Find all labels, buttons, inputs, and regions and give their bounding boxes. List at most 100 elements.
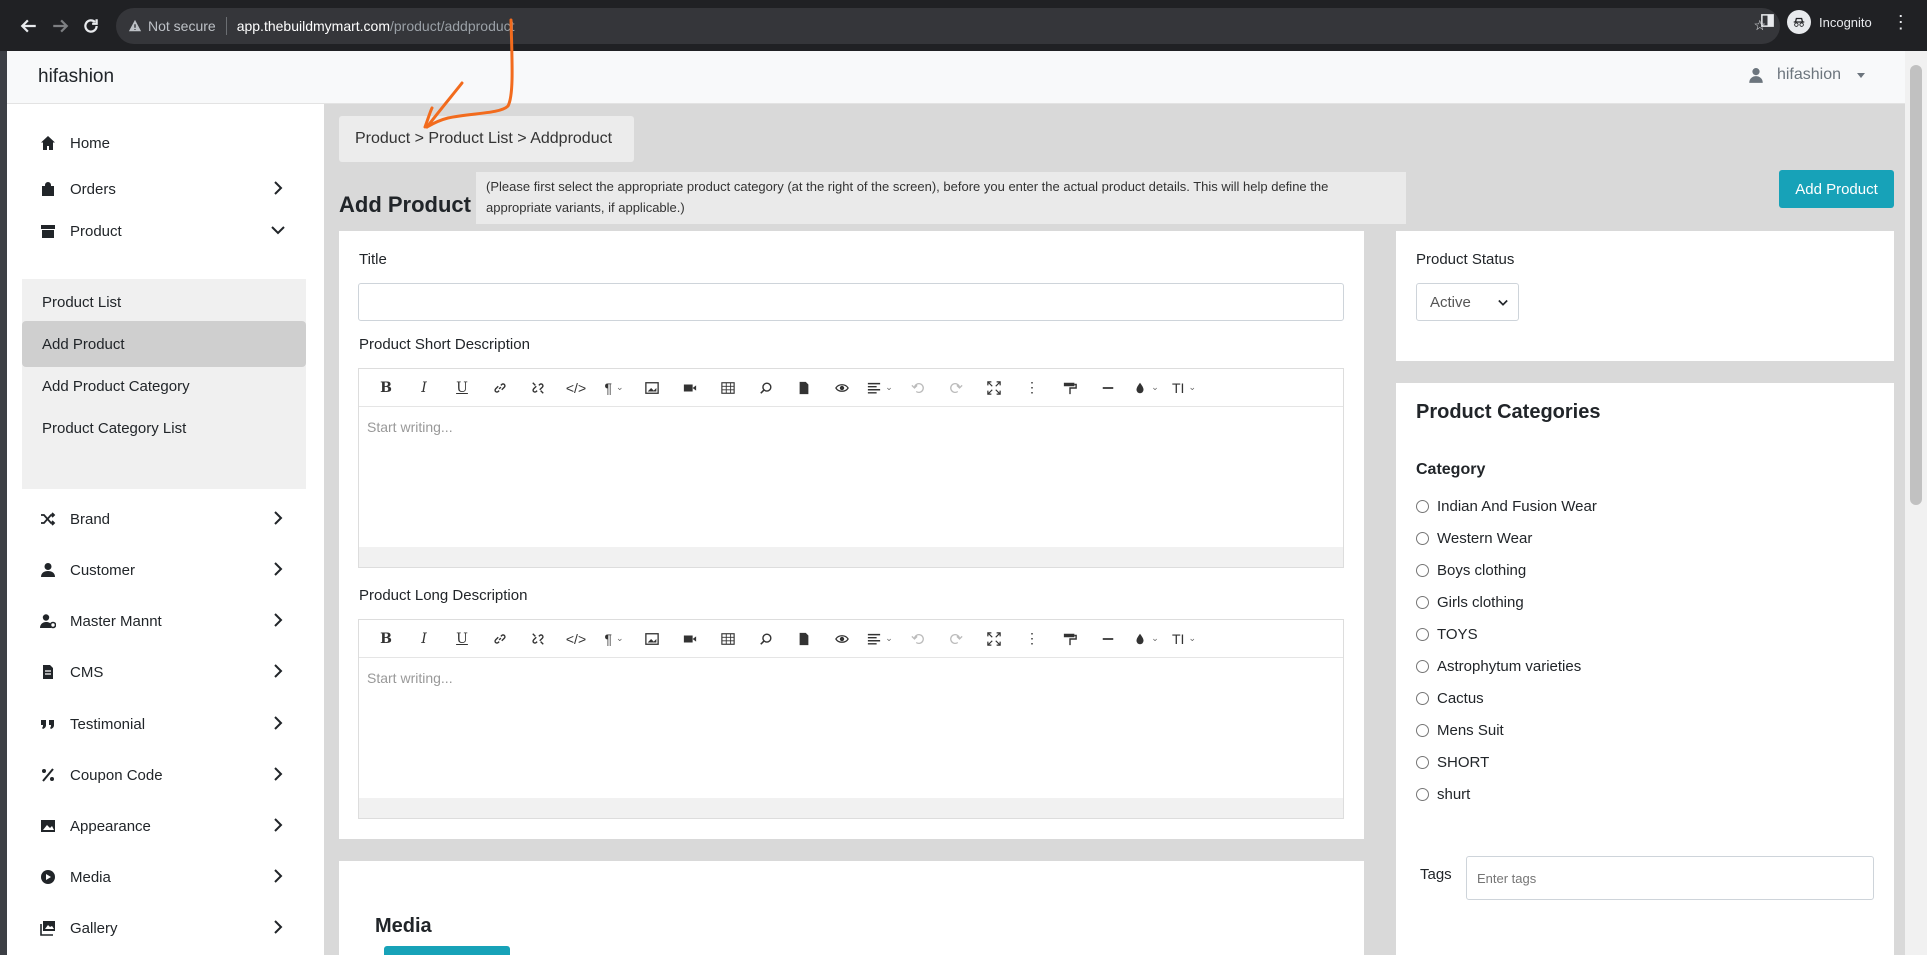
redo-icon[interactable] <box>937 373 975 403</box>
horizontal-rule-icon[interactable] <box>1089 624 1127 654</box>
radio-button[interactable] <box>1416 756 1429 769</box>
submenu-product-list[interactable]: Product List <box>22 279 306 325</box>
title-input[interactable] <box>358 283 1344 321</box>
color-icon[interactable]: ⌄ <box>1127 624 1165 654</box>
unlink-icon[interactable] <box>519 624 557 654</box>
category-option[interactable]: Cactus <box>1416 690 1484 707</box>
side-panel-icon[interactable] <box>1760 13 1775 31</box>
category-option[interactable]: Astrophytum varieties <box>1416 658 1581 675</box>
category-option[interactable]: Western Wear <box>1416 530 1532 547</box>
category-option[interactable]: Girls clothing <box>1416 594 1524 611</box>
format-painter-icon[interactable] <box>1051 624 1089 654</box>
font-size-icon[interactable]: TI ⌄ <box>1165 624 1203 654</box>
image-icon[interactable] <box>633 624 671 654</box>
document-icon[interactable] <box>785 373 823 403</box>
paragraph-icon[interactable]: ¶ ⌄ <box>595 624 633 654</box>
fullscreen-icon[interactable] <box>975 373 1013 403</box>
link-icon[interactable] <box>481 624 519 654</box>
long-description-editor[interactable]: B I U </> ¶ ⌄ ⌄ ⋮ ⌄ TI ⌄ Start writing..… <box>358 619 1344 819</box>
sidebar-item-coupon-code[interactable]: Coupon Code <box>22 752 306 798</box>
category-option[interactable]: shurt <box>1416 786 1470 803</box>
document-icon[interactable] <box>785 624 823 654</box>
category-option[interactable]: Boys clothing <box>1416 562 1526 579</box>
sidebar-item-media[interactable]: Media <box>22 854 306 900</box>
submenu-add-product[interactable]: Add Product <box>22 321 306 367</box>
image-icon[interactable] <box>633 373 671 403</box>
category-option[interactable]: Indian And Fusion Wear <box>1416 498 1597 515</box>
unlink-icon[interactable] <box>519 373 557 403</box>
radio-button[interactable] <box>1416 500 1429 513</box>
fullscreen-icon[interactable] <box>975 624 1013 654</box>
add-product-button[interactable]: Add Product <box>1779 170 1894 208</box>
undo-icon[interactable] <box>899 373 937 403</box>
sidebar-item-testimonial[interactable]: Testimonial <box>22 701 306 747</box>
sidebar-item-orders[interactable]: Orders <box>22 166 306 212</box>
category-option[interactable]: SHORT <box>1416 754 1489 771</box>
sidebar-item-customer[interactable]: Customer <box>22 547 306 593</box>
reload-icon[interactable] <box>76 11 106 41</box>
sidebar-item-product[interactable]: Product <box>22 208 306 254</box>
forward-icon[interactable] <box>45 11 75 41</box>
table-icon[interactable] <box>709 624 747 654</box>
align-icon[interactable]: ⌄ <box>861 373 899 403</box>
paragraph-icon[interactable]: ¶ ⌄ <box>595 373 633 403</box>
radio-button[interactable] <box>1416 628 1429 641</box>
sidebar-item-home[interactable]: Home <box>22 120 306 166</box>
tags-input[interactable] <box>1466 856 1874 900</box>
italic-icon[interactable]: I <box>405 624 443 654</box>
breadcrumb[interactable]: Product > Product List > Addproduct <box>339 116 634 162</box>
submenu-product-category-list[interactable]: Product Category List <box>22 405 306 451</box>
short-description-editor[interactable]: B I U </> ¶ ⌄ ⌄ ⋮ ⌄ TI ⌄ Start writing..… <box>358 368 1344 568</box>
brand-name[interactable]: hifashion <box>38 66 114 88</box>
code-icon[interactable]: </> <box>557 373 595 403</box>
font-size-icon[interactable]: TI ⌄ <box>1165 373 1203 403</box>
more-icon[interactable]: ⋮ <box>1013 624 1051 654</box>
underline-icon[interactable]: U <box>443 373 481 403</box>
preview-icon[interactable] <box>823 373 861 403</box>
horizontal-rule-icon[interactable] <box>1089 373 1127 403</box>
sidebar-item-master-mannt[interactable]: Master Mannt <box>22 598 306 644</box>
back-icon[interactable] <box>14 11 44 41</box>
bold-icon[interactable]: B <box>367 624 405 654</box>
code-icon[interactable]: </> <box>557 624 595 654</box>
radio-button[interactable] <box>1416 692 1429 705</box>
product-status-select[interactable]: Active <box>1416 283 1519 321</box>
user-menu[interactable]: hifashion <box>1747 66 1865 84</box>
media-upload-button[interactable] <box>384 946 510 955</box>
radio-button[interactable] <box>1416 660 1429 673</box>
radio-button[interactable] <box>1416 564 1429 577</box>
sidebar-item-appearance[interactable]: Appearance <box>22 803 306 849</box>
radio-button[interactable] <box>1416 596 1429 609</box>
radio-button[interactable] <box>1416 788 1429 801</box>
table-icon[interactable] <box>709 373 747 403</box>
category-option[interactable]: Mens Suit <box>1416 722 1504 739</box>
category-option[interactable]: TOYS <box>1416 626 1478 643</box>
underline-icon[interactable]: U <box>443 624 481 654</box>
undo-icon[interactable] <box>899 624 937 654</box>
bold-icon[interactable]: B <box>367 373 405 403</box>
align-icon[interactable]: ⌄ <box>861 624 899 654</box>
address-bar[interactable]: Not secure app.thebuildmymart.com/produc… <box>116 8 1780 44</box>
radio-button[interactable] <box>1416 532 1429 545</box>
sidebar-item-cms[interactable]: CMS <box>22 649 306 695</box>
preview-icon[interactable] <box>823 624 861 654</box>
radio-button[interactable] <box>1416 724 1429 737</box>
submenu-add-product-category[interactable]: Add Product Category <box>22 363 306 409</box>
sidebar-item-gallery[interactable]: Gallery <box>22 905 306 951</box>
link-icon[interactable] <box>481 373 519 403</box>
redo-icon[interactable] <box>937 624 975 654</box>
sidebar-item-brand[interactable]: Brand <box>22 496 306 542</box>
video-icon[interactable] <box>671 373 709 403</box>
format-painter-icon[interactable] <box>1051 373 1089 403</box>
italic-icon[interactable]: I <box>405 373 443 403</box>
search-icon[interactable] <box>747 624 785 654</box>
color-icon[interactable]: ⌄ <box>1127 373 1165 403</box>
security-warning[interactable]: Not secure <box>128 18 216 34</box>
scrollbar-thumb[interactable] <box>1910 65 1922 505</box>
page-scrollbar[interactable] <box>1905 51 1927 955</box>
browser-menu-icon[interactable]: ⋮ <box>1892 12 1910 33</box>
more-icon[interactable]: ⋮ <box>1013 373 1051 403</box>
incognito-indicator[interactable]: Incognito <box>1787 10 1872 34</box>
video-icon[interactable] <box>671 624 709 654</box>
search-icon[interactable] <box>747 373 785 403</box>
